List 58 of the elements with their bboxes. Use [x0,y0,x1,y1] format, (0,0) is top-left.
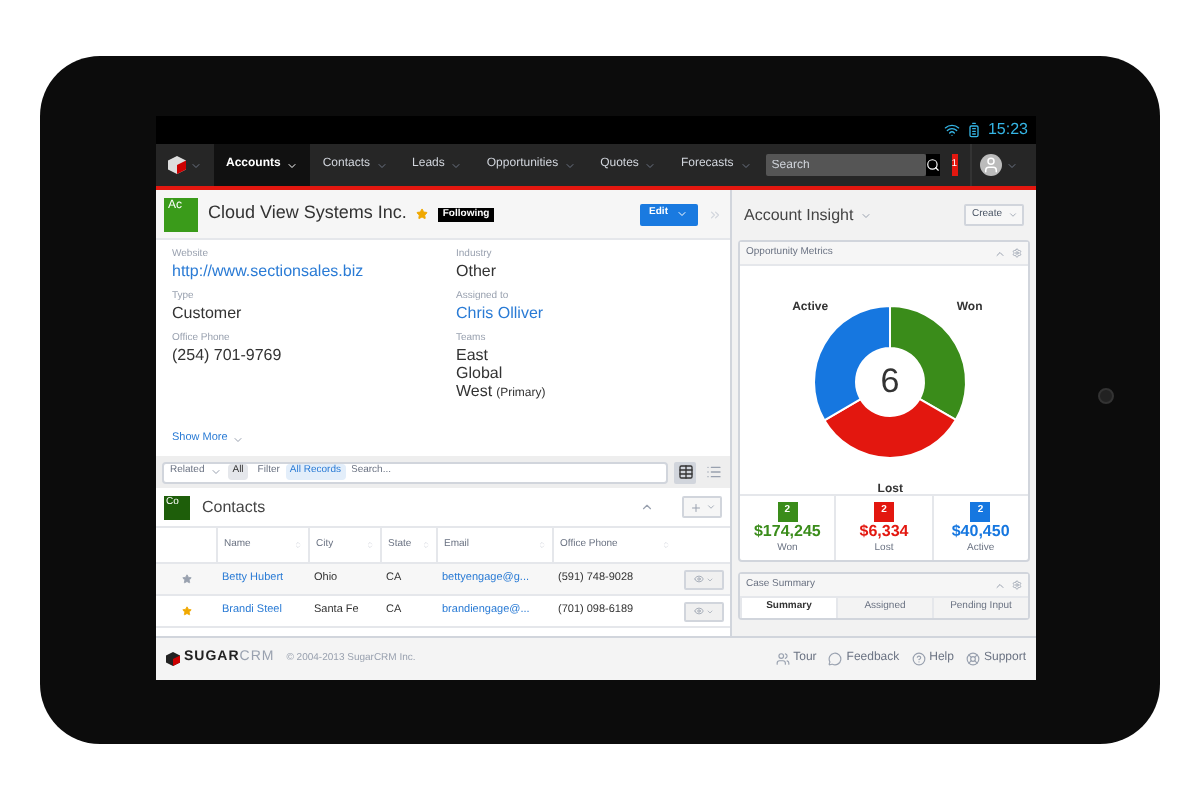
favorite-star-icon[interactable] [416,208,429,220]
cube-logo-icon [166,652,180,666]
stat-amount: $174,245 [753,522,821,542]
wifi-icon [943,122,960,138]
collapse-icon[interactable] [640,500,654,514]
field-value: (254) 701-9769 [172,346,284,366]
eye-icon [693,574,703,584]
record-title: Cloud View Systems Inc. [208,200,407,227]
add-button[interactable] [682,496,722,518]
caret-icon [676,208,688,220]
field-link[interactable]: http://www.sectionsales.biz [172,262,456,282]
cube-logo-icon[interactable] [168,156,186,174]
caret-icon [376,159,389,171]
caret-icon [210,466,223,478]
favorite-star-icon[interactable] [181,574,191,584]
field-link[interactable]: Chris Olliver [456,304,546,324]
team-name: East [456,346,489,364]
view-toggle[interactable] [674,461,696,483]
row-actions-button[interactable] [683,601,723,621]
eye-icon [693,606,703,616]
people-icon [775,652,790,666]
collapse-icon[interactable] [994,579,1006,591]
stat-amount: $6,334 [859,522,909,542]
caret-icon [564,159,577,171]
collapse-icon[interactable] [994,247,1006,259]
caret-icon [1005,159,1018,171]
double-chevron-icon[interactable] [708,207,722,221]
speech-bubble-icon [828,652,843,666]
panel-title: Account Insight [744,203,854,227]
table-icon [677,464,693,480]
help-icon [911,652,926,666]
caret-icon [644,159,657,171]
settings-icon[interactable] [1012,248,1022,258]
plus-icon [689,501,701,513]
chevron-down-icon[interactable] [231,433,244,445]
team-name: Global [456,364,503,382]
caret-icon [739,159,752,171]
caret-icon [450,159,463,171]
subpanel-title: Contacts [202,495,266,519]
favorite-star-icon[interactable] [181,606,191,616]
avatar[interactable] [979,154,1002,176]
caret-icon [859,209,872,221]
field-value: Other [456,262,499,282]
settings-icon[interactable] [1012,580,1022,590]
team-name: West [456,382,493,400]
caret-icon [286,159,299,171]
camera-lens [1098,388,1114,404]
stat-amount: $40,450 [951,522,1010,542]
clock: 15:23 [987,120,1028,140]
caret-icon [190,159,202,171]
row-actions-button[interactable] [683,569,723,589]
caret-icon [1008,210,1018,220]
donut-total: 6 [878,360,902,404]
list-icon [705,464,721,480]
battery-icon [965,122,982,138]
lifebuoy-icon [965,652,980,666]
field-value: Customer [172,304,244,324]
caret-icon [705,502,715,512]
